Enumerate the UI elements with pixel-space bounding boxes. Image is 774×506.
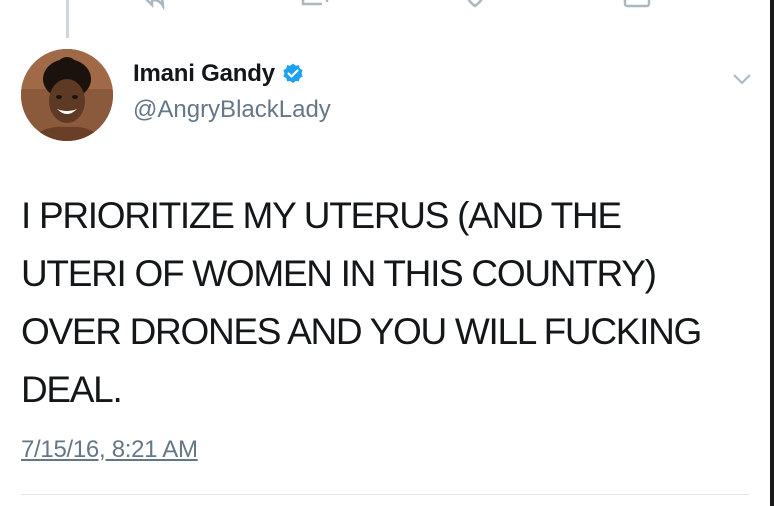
window-edge <box>770 0 774 506</box>
verified-badge-icon <box>283 63 303 84</box>
retweet-icon[interactable] <box>300 0 330 10</box>
reply-icon[interactable] <box>140 0 166 10</box>
divider <box>21 494 749 495</box>
profile-photo <box>21 49 113 141</box>
author-display-name[interactable]: Imani Gandy <box>133 60 275 88</box>
like-icon[interactable] <box>462 0 488 10</box>
tweet-text-line: DEAL. <box>21 369 123 410</box>
chevron-down-icon[interactable] <box>732 72 752 86</box>
tweet-text-line: I PRIORITIZE MY UTERUS (AND THE <box>21 195 622 236</box>
author-handle[interactable]: @AngryBlackLady <box>133 96 331 124</box>
author-name-row[interactable]: Imani Gandy <box>133 60 305 88</box>
tweet-text: I PRIORITIZE MY UTERUS (AND THE UTERI OF… <box>21 187 761 419</box>
avatar[interactable] <box>21 49 113 141</box>
tweet-timestamp[interactable]: 7/15/16, 8:21 AM <box>21 436 198 464</box>
message-icon[interactable] <box>622 0 652 10</box>
tweet-text-line: UTERI OF WOMEN IN THIS COUNTRY) <box>21 253 657 294</box>
previous-tweet-actions <box>0 0 770 10</box>
tweet-text-line: OVER DRONES AND YOU WILL FUCKING <box>21 311 702 352</box>
